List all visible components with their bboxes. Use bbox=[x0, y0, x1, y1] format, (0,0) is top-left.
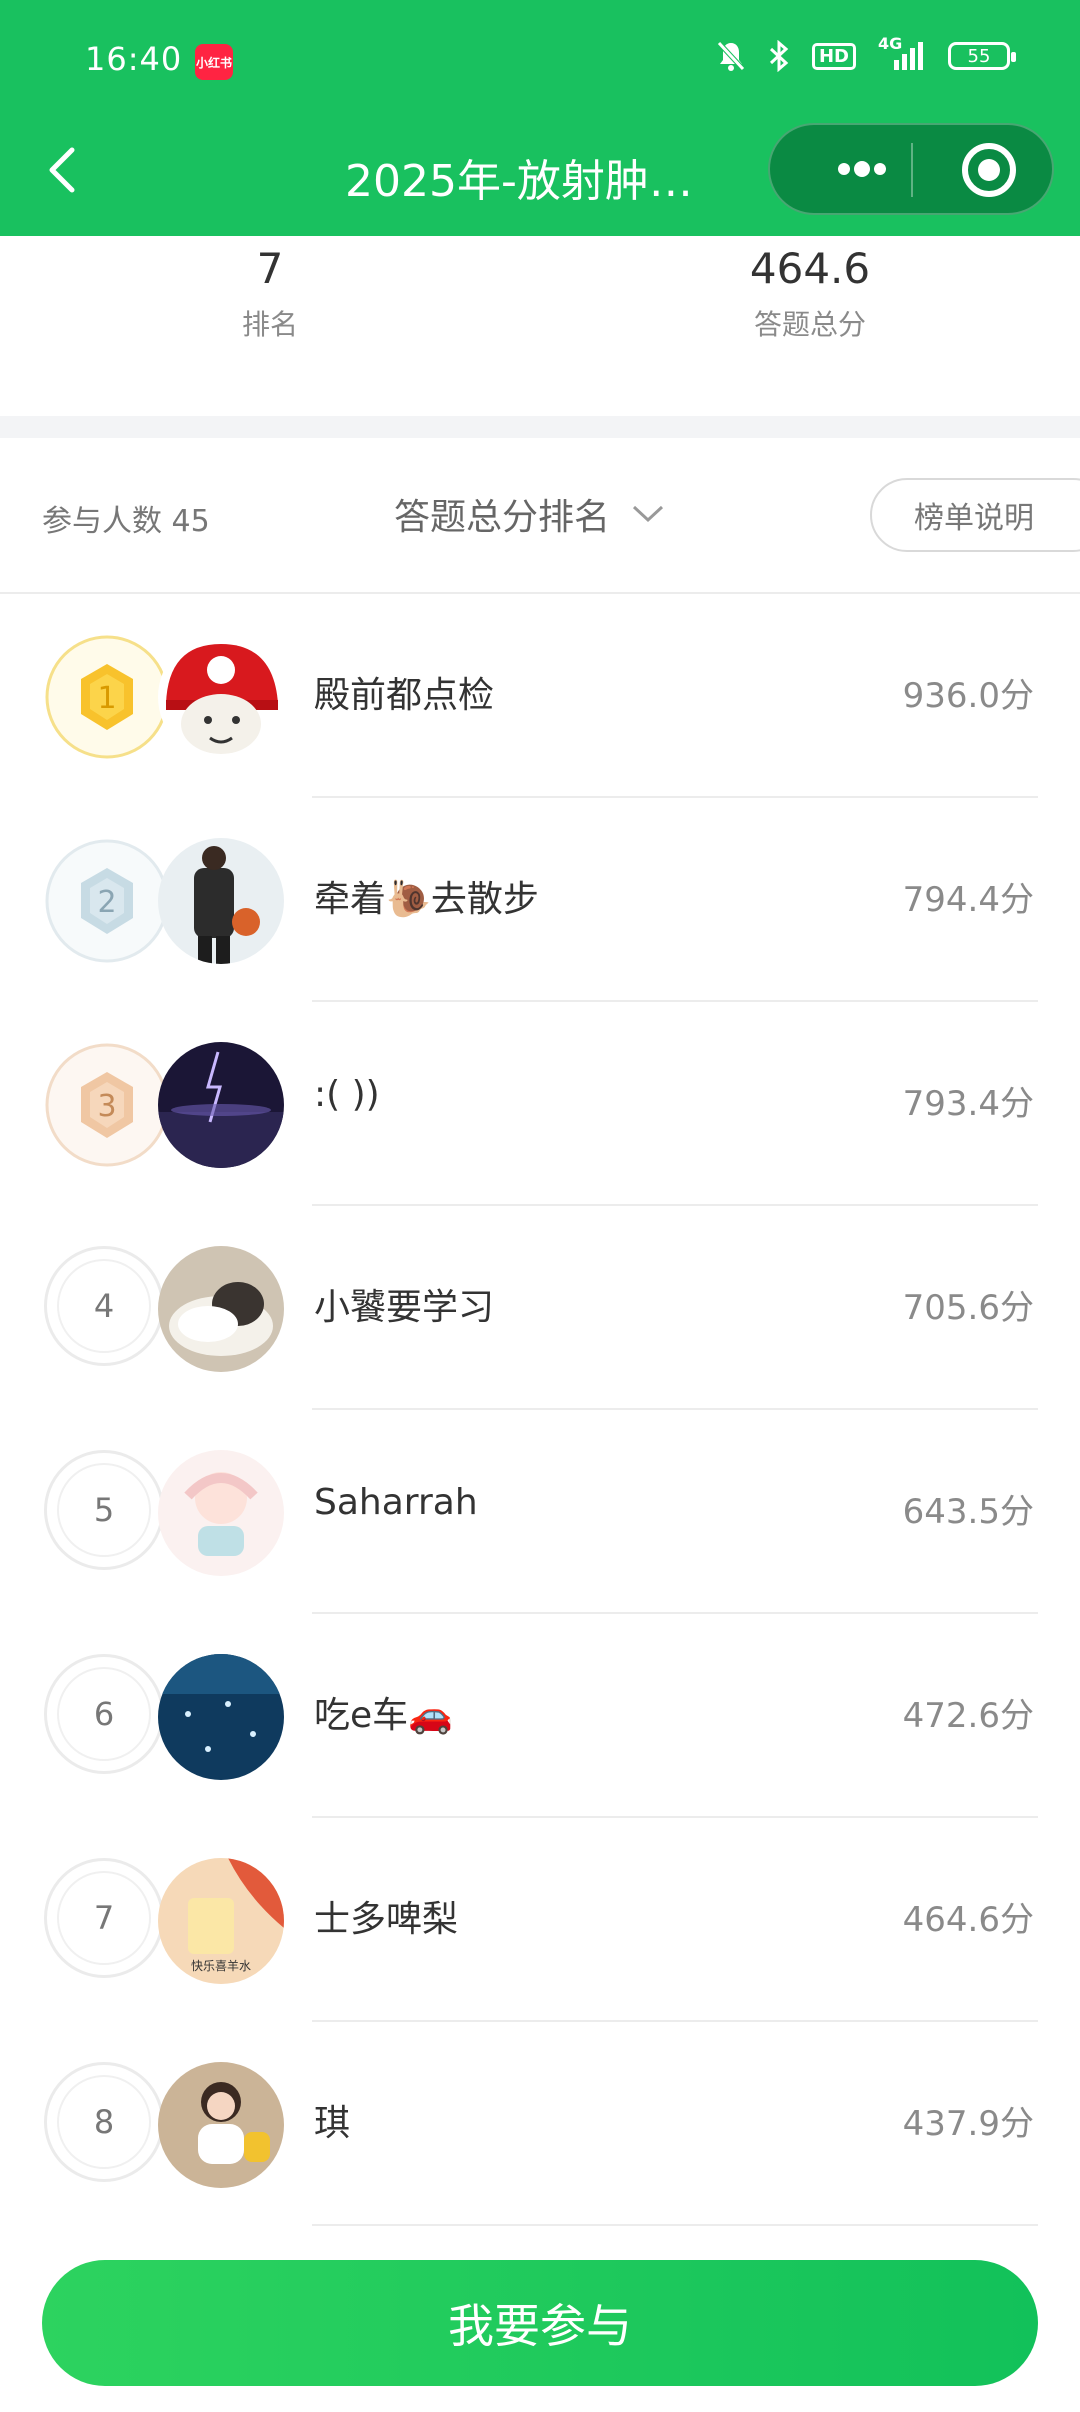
participant-score: 794.4分 bbox=[902, 880, 1034, 920]
avatar bbox=[158, 634, 284, 760]
rank-badge: 5 bbox=[44, 1450, 170, 1576]
sort-label: 答题总分排名 bbox=[394, 497, 611, 538]
avatar bbox=[158, 838, 284, 964]
participant-score: 472.6分 bbox=[902, 1696, 1034, 1736]
my-rank: 7 排名 bbox=[200, 244, 340, 343]
more-icon[interactable] bbox=[832, 149, 892, 189]
gold-medal-icon: 1 bbox=[44, 634, 170, 760]
status-bar: 16:40 小红书 HD 4G 55 bbox=[0, 34, 1080, 86]
bronze-medal-icon: 3 bbox=[44, 1042, 170, 1168]
nav-bar: 2025年-放射肿… bbox=[0, 120, 1080, 220]
participant-name: 殿前都点检 bbox=[314, 675, 495, 716]
leaderboard-row[interactable]: 2 牵着🐌去散步 794.4分 bbox=[0, 798, 1080, 1002]
participant-score: 464.6分 bbox=[902, 1900, 1034, 1940]
row-divider bbox=[312, 2224, 1038, 2226]
avatar bbox=[158, 1654, 284, 1780]
participant-score: 793.4分 bbox=[902, 1084, 1034, 1124]
join-button[interactable]: 我要参与 bbox=[42, 2260, 1038, 2386]
leaderboard-list: 1 殿前都点检 936.0分 2 牵着🐌去散步 794.4分 3:()) 7… bbox=[0, 594, 1080, 2226]
page-title: 2025年-放射肿… bbox=[345, 156, 693, 207]
participant-score: 643.5分 bbox=[902, 1492, 1034, 1532]
leaderboard-row[interactable]: 1 殿前都点检 936.0分 bbox=[0, 594, 1080, 798]
avatar-caption: 快乐喜羊水 bbox=[191, 1958, 251, 1973]
leaderboard-row[interactable]: 5 Saharrah 643.5分 bbox=[0, 1410, 1080, 1614]
leaderboard-row[interactable]: 4 小饕要学习 705.6分 bbox=[0, 1206, 1080, 1410]
participant-name: 牵着🐌去散步 bbox=[314, 879, 539, 920]
rank-number: 7 bbox=[44, 1858, 164, 1978]
miniprogram-capsule bbox=[768, 123, 1054, 215]
my-rank-value: 7 bbox=[256, 244, 284, 293]
participant-name: 吃e车🚗 bbox=[314, 1695, 453, 1736]
network-type: 4G bbox=[878, 34, 903, 53]
participant-score: 936.0分 bbox=[902, 676, 1034, 716]
top-bar: 16:40 小红书 HD 4G 55 2025年-放射肿… bbox=[0, 0, 1080, 236]
participant-score: 437.9分 bbox=[902, 2104, 1034, 2144]
leaderboard-row[interactable]: 8 琪 437.9分 bbox=[0, 2022, 1080, 2226]
rank-number: 2 bbox=[97, 885, 116, 920]
avatar: 快乐喜羊水 bbox=[158, 1858, 284, 1984]
hd-icon: HD bbox=[811, 42, 856, 70]
my-score: 464.6 答题总分 bbox=[700, 244, 920, 343]
close-miniprogram-icon[interactable] bbox=[960, 141, 1018, 199]
rank-number: 8 bbox=[44, 2062, 164, 2182]
rank-badge: 6 bbox=[44, 1654, 170, 1780]
back-button[interactable] bbox=[38, 140, 88, 200]
chevron-down-icon bbox=[630, 494, 666, 535]
my-rank-label: 排名 bbox=[241, 308, 298, 341]
rank-number: 3 bbox=[97, 1089, 116, 1124]
avatar bbox=[158, 1450, 284, 1576]
rank-badge: 7 bbox=[44, 1858, 170, 1984]
bottom-action-area: 我要参与 bbox=[0, 2228, 1080, 2412]
avatar bbox=[158, 1042, 284, 1168]
capsule-divider bbox=[911, 143, 913, 197]
xiaohongshu-notification-icon: 小红书 bbox=[195, 44, 233, 80]
section-gap bbox=[0, 416, 1080, 438]
participant-name: 小饕要学习 bbox=[314, 1287, 495, 1328]
filter-bar: 参与人数 45 答题总分排名 榜单说明 bbox=[0, 438, 1080, 594]
rank-number: 4 bbox=[44, 1246, 164, 1366]
status-time: 16:40 bbox=[85, 40, 183, 78]
leaderboard-row[interactable]: 6 吃e车🚗 472.6分 bbox=[0, 1614, 1080, 1818]
signal-icon: 4G bbox=[878, 34, 926, 72]
leaderboard-rules-button[interactable]: 榜单说明 bbox=[870, 478, 1080, 552]
leaderboard-row[interactable]: 3 :( )) 793.4分 bbox=[0, 1002, 1080, 1206]
rank-badge: 8 bbox=[44, 2062, 170, 2188]
participant-name: 琪 bbox=[314, 2103, 351, 2144]
participant-name: 士多啤梨 bbox=[314, 1899, 459, 1940]
rank-badge: 4 bbox=[44, 1246, 170, 1372]
leaderboard-row[interactable]: 7 快乐喜羊水 士多啤梨 464.6分 bbox=[0, 1818, 1080, 2022]
rank-number: 6 bbox=[44, 1654, 164, 1774]
participant-count: 参与人数 45 bbox=[42, 504, 210, 539]
my-score-label: 答题总分 bbox=[753, 308, 866, 341]
my-summary: 7 排名 464.6 答题总分 bbox=[0, 236, 1080, 416]
mute-icon bbox=[716, 40, 746, 72]
sort-dropdown[interactable]: 答题总分排名 bbox=[394, 488, 666, 540]
avatar bbox=[158, 1246, 284, 1372]
participant-score: 705.6分 bbox=[902, 1288, 1034, 1328]
participant-name: :( )) bbox=[314, 1074, 380, 1115]
rank-number: 5 bbox=[44, 1450, 164, 1570]
avatar bbox=[158, 2062, 284, 2188]
rank-number: 1 bbox=[97, 681, 116, 716]
silver-medal-icon: 2 bbox=[44, 838, 170, 964]
my-score-value: 464.6 bbox=[749, 244, 871, 293]
status-icons: HD 4G 55 bbox=[716, 34, 1016, 72]
battery-icon: 55 bbox=[948, 42, 1016, 70]
participant-name: Saharrah bbox=[314, 1482, 478, 1523]
bluetooth-icon bbox=[768, 40, 790, 72]
